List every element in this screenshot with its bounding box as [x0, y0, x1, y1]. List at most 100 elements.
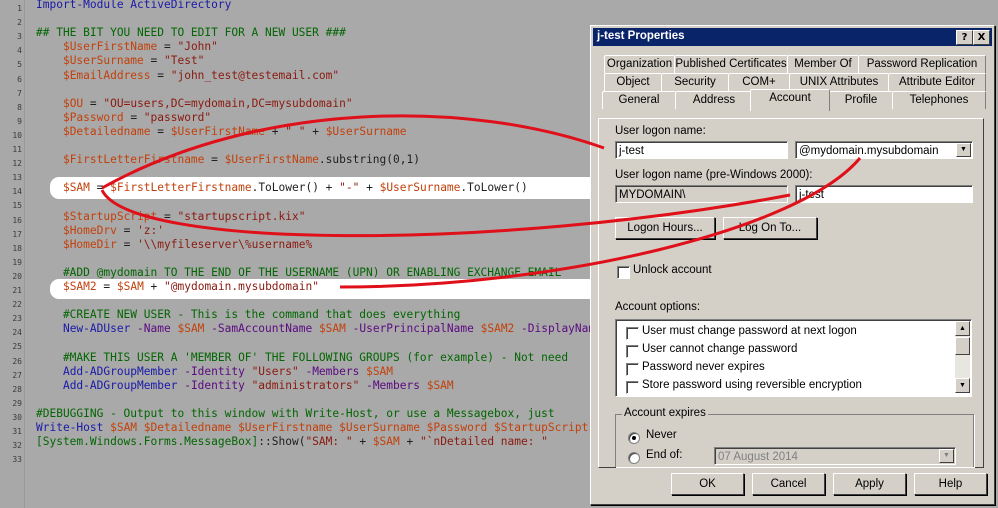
code-token: $UserFirstName — [224, 153, 319, 167]
code-token: New-ADUser — [62, 322, 131, 336]
code-token: = — [150, 124, 171, 138]
cancel-button[interactable]: Cancel — [752, 473, 825, 495]
code-token: = — [83, 96, 104, 110]
line-number: 21 — [12, 286, 22, 295]
line-number: 9 — [17, 116, 22, 126]
help-button[interactable]: Help — [914, 473, 987, 495]
code-token: $OU — [62, 96, 84, 110]
code-token: Import-Module ActiveDirectory — [36, 0, 232, 11]
apply-button[interactable]: Apply — [833, 473, 906, 495]
line-number: 32 — [12, 441, 22, 451]
code-token: = — [96, 280, 117, 293]
pre2000-logon-input[interactable]: j-test — [795, 185, 973, 203]
code-token: #DEBUGGING - Output to this window with … — [36, 406, 555, 420]
option-checkbox[interactable] — [626, 327, 639, 340]
code-token: $HomeDrv — [62, 223, 117, 237]
unlock-account-label: Unlock account — [633, 264, 712, 276]
code-token: "@mydomain.mysubdomain" — [164, 280, 319, 293]
account-options-list[interactable]: User must change password at next logon … — [615, 319, 972, 397]
code-token: '\\myfileserver\%username% — [137, 237, 313, 251]
help-title-button[interactable]: ? — [956, 30, 973, 45]
code-line[interactable]: New-ADUser -Name $SAM -SamAccountName $S… — [36, 322, 602, 340]
code-token: .ToLower() — [460, 181, 528, 195]
option-checkbox[interactable] — [626, 381, 639, 394]
ok-button[interactable]: OK — [671, 473, 744, 495]
line-number: 6 — [17, 74, 22, 84]
tab-published-certificates[interactable]: Published Certificates — [674, 55, 788, 73]
scroll-down-icon[interactable]: ▼ — [955, 378, 970, 393]
tab-password-replication[interactable]: Password Replication — [858, 55, 986, 73]
code-line[interactable]: $SAM2 = $SAM + "@mydomain.mysubdomain" — [36, 280, 319, 298]
options-scrollbar[interactable]: ▲ ▼ — [955, 321, 970, 393]
option-label: User must change password at next logon — [642, 325, 857, 337]
code-line[interactable]: $HomeDir = '\\myfileserver\%username% — [36, 238, 312, 256]
properties-dialog[interactable]: j-test Properties ? X Organization Publi… — [590, 25, 995, 505]
chevron-down-icon[interactable]: ▼ — [956, 143, 971, 157]
code-token: $SAM — [318, 322, 346, 336]
code-token: $UserFirstName — [170, 124, 266, 138]
end-date-picker[interactable]: 07 August 2014 ▼ — [714, 447, 956, 465]
never-radio[interactable] — [628, 432, 640, 444]
logon-name-input[interactable]: j-test — [615, 141, 788, 159]
tab-object[interactable]: Object — [604, 73, 662, 91]
code-token: "password" — [143, 110, 212, 124]
logon-hours-button[interactable]: Logon Hours... — [615, 217, 715, 239]
tab-attribute-editor[interactable]: Attribute Editor — [888, 73, 986, 91]
tab-general[interactable]: General — [602, 91, 676, 109]
code-line[interactable]: Import-Module ActiveDirectory — [36, 0, 231, 16]
code-token: "OU=users,DC=mydomain,DC=mysubdomain" — [103, 96, 353, 110]
upn-suffix-dropdown[interactable]: @mydomain.mysubdomain ▼ — [795, 141, 973, 159]
code-token: Add-ADGroupMember — [62, 378, 178, 392]
tab-member-of[interactable]: Member Of — [787, 55, 859, 73]
code-token: = — [157, 209, 178, 223]
account-expires-group: Account expires Never End of: 07 August … — [615, 407, 974, 467]
code-token: Write-Host — [36, 421, 111, 434]
scroll-up-icon[interactable]: ▲ — [955, 321, 970, 336]
tab-organization[interactable]: Organization — [604, 55, 675, 73]
tab-telephones[interactable]: Telephones — [892, 91, 986, 109]
code-line[interactable]: $FirstLetterFirstname = $UserFirstName.s… — [36, 153, 420, 171]
end-of-radio[interactable] — [628, 452, 640, 464]
line-number: 2 — [17, 18, 22, 28]
log-on-to-button[interactable]: Log On To... — [723, 217, 817, 239]
tab-address[interactable]: Address — [675, 91, 753, 109]
code-token: $SAM2 — [62, 280, 97, 293]
code-token: = — [150, 68, 171, 82]
account-tab-panel: User logon name: j-test @mydomain.mysubd… — [598, 118, 984, 468]
code-line[interactable]: [System.Windows.Forms.MessageBox]::Show(… — [36, 435, 548, 453]
tab-account[interactable]: Account — [750, 89, 830, 111]
chevron-down-icon[interactable]: ▼ — [939, 449, 954, 463]
code-line[interactable]: $EmailAddress = "john_test@testemail.com… — [36, 69, 339, 87]
code-token: $StartupScript — [62, 209, 158, 223]
tab-security[interactable]: Security — [661, 73, 729, 91]
code-line[interactable]: $Detailedname = $UserFirstName + " " + $… — [36, 125, 407, 143]
code-token: $SAM — [372, 435, 400, 449]
line-number: 11 — [12, 145, 22, 154]
unlock-account-checkbox[interactable] — [617, 266, 630, 279]
close-title-button[interactable]: X — [973, 30, 990, 45]
code-token: $SAM2 — [480, 322, 515, 336]
code-token: $SAM — [177, 322, 205, 336]
code-token: ## THE BIT YOU NEED TO EDIT FOR A NEW US… — [36, 26, 346, 40]
line-number: 22 — [12, 300, 22, 310]
tab-profile[interactable]: Profile — [829, 91, 893, 109]
line-number: 4 — [17, 46, 22, 56]
code-line[interactable]: $SAM = $FirstLetterFirstname.ToLower() +… — [36, 181, 528, 199]
dialog-title-bar[interactable]: j-test Properties ? X — [593, 28, 992, 46]
code-token: "`nDetailed name: " — [419, 435, 548, 449]
code-token: $EmailAddress — [62, 68, 151, 82]
option-checkbox[interactable] — [626, 345, 639, 358]
code-line[interactable]: Add-ADGroupMember -Identity "administrat… — [36, 379, 454, 397]
option-checkbox[interactable] — [626, 363, 639, 376]
code-token: ::Show( — [258, 435, 306, 449]
code-token: $UserFirstName — [62, 40, 158, 54]
scroll-thumb[interactable] — [955, 337, 970, 355]
line-number: 27 — [12, 370, 22, 380]
code-token: -Members — [298, 364, 367, 378]
line-number: 13 — [12, 173, 22, 183]
